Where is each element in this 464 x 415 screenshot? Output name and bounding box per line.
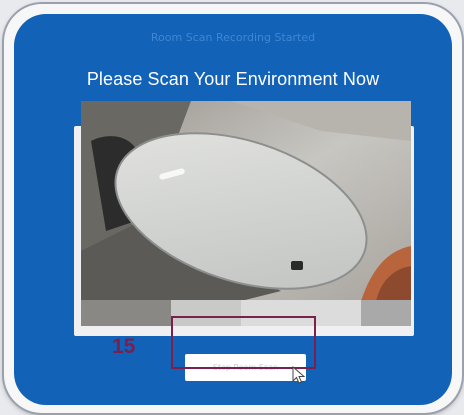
modal-frame: Room Scan Recording Started Please Scan … [4,4,462,413]
room-scan-panel: Room Scan Recording Started Please Scan … [14,14,452,405]
webcam-video-feed [81,101,411,301]
annotation-highlight-box [171,316,316,369]
page-title: Please Scan Your Environment Now [86,69,380,89]
webcam-image [81,101,411,301]
recording-status-text: Room Scan Recording Started [150,31,316,44]
pointer-cursor-icon [292,366,306,384]
countdown-timer: 15 [112,335,136,358]
